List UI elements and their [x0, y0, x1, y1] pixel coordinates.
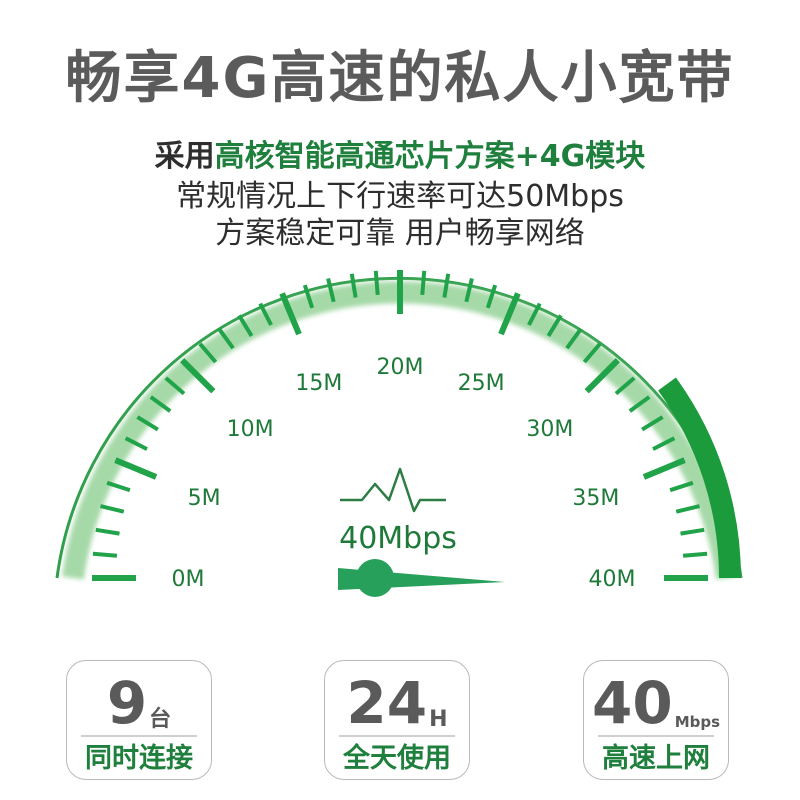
stat-card-devices: 9 台 同时连接: [66, 660, 212, 780]
card-divider: [598, 735, 714, 737]
gauge-scale-labels: 0M 5M 10M 15M 20M 25M 30M 35M 40M: [172, 355, 636, 592]
gauge-speed-readout: 40Mbps: [339, 521, 457, 556]
gauge-scale-label: 5M: [188, 486, 221, 511]
gauge-major-tick: [642, 457, 686, 480]
stat-card-speed: 40 Mbps 高速上网: [583, 660, 729, 780]
stat-card-hours: 24 H 全天使用: [324, 660, 470, 780]
stat-value: 9 台: [67, 667, 211, 735]
card-divider: [81, 735, 197, 737]
gauge-scale-label: 15M: [295, 371, 342, 396]
card-divider: [339, 735, 455, 737]
gauge-minor-tick: [373, 270, 380, 296]
gauge-scale-label: 25M: [458, 371, 505, 396]
stat-unit: 台: [149, 707, 172, 732]
pulse-wave-icon: [340, 467, 446, 513]
gauge-minor-tick: [92, 551, 118, 558]
stat-value: 40 Mbps: [584, 667, 728, 735]
stat-caption: 高速上网: [602, 743, 710, 774]
gauge-scale-label: 20M: [377, 355, 424, 380]
gauge-scale-label: 10M: [227, 417, 274, 442]
stat-number: 24: [346, 669, 428, 737]
gauge-minor-tick: [675, 504, 700, 514]
gauge-scale-label: 40M: [589, 567, 636, 592]
gauge-major-tick: [114, 457, 158, 480]
stat-value: 24 H: [325, 667, 469, 735]
stat-caption: 全天使用: [343, 743, 451, 774]
stat-unit: H: [429, 707, 448, 732]
stat-caption: 同时连接: [85, 743, 193, 774]
stat-number: 40: [591, 669, 673, 737]
gauge-scale-label: 30M: [526, 417, 573, 442]
gauge-needle: [338, 559, 505, 597]
gauge-minor-tick: [95, 527, 120, 536]
gauge-minor-tick: [682, 551, 708, 558]
stat-number: 9: [106, 669, 148, 737]
gauge-minor-tick: [680, 527, 705, 536]
stat-unit: Mbps: [674, 713, 721, 731]
gauge-scale-label: 0M: [172, 567, 205, 592]
gauge-minor-tick: [100, 504, 125, 514]
needle-pivot: [356, 559, 394, 597]
gauge-minor-tick: [420, 270, 427, 296]
gauge-scale-label: 35M: [572, 486, 619, 511]
